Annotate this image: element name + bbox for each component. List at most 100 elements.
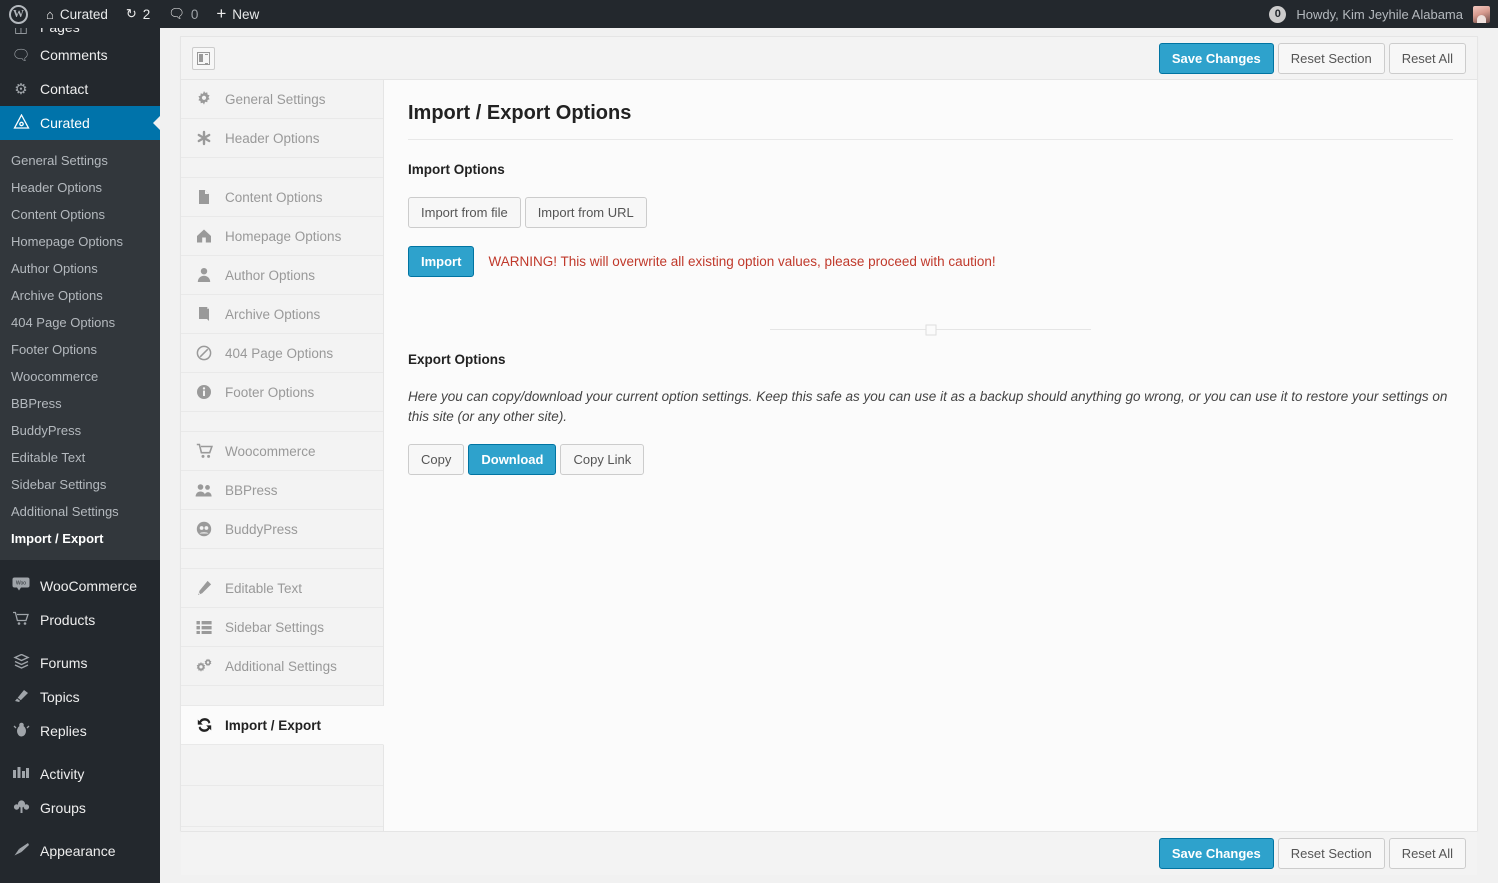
- opt-nav-label: General Settings: [225, 91, 326, 107]
- menu-separator: [0, 748, 160, 757]
- sidebar-item-label: Comments: [40, 47, 108, 63]
- new-content-menu[interactable]: + New: [207, 0, 268, 28]
- opt-nav-tail: [181, 786, 383, 827]
- forums-icon: [11, 653, 31, 673]
- admin-content-wrap: Save Changes Reset Section Reset All Gen…: [160, 28, 1498, 883]
- list-icon: [195, 619, 213, 635]
- copy-link-button[interactable]: Copy Link: [560, 444, 645, 476]
- opt-nav-item-author-options[interactable]: Author Options: [181, 256, 383, 295]
- sidebar-item-woocommerce[interactable]: Woo WooCommerce: [0, 569, 160, 603]
- howdy-greeting[interactable]: Howdy, Kim Jeyhile Alabama: [1296, 7, 1463, 22]
- activity-icon: [11, 765, 31, 783]
- submenu-item-buddypress[interactable]: BuddyPress: [0, 417, 160, 444]
- new-label: New: [232, 6, 260, 22]
- opt-nav-item-editable-text[interactable]: Editable Text: [181, 569, 383, 608]
- site-name-menu[interactable]: ⌂ Curated: [37, 0, 117, 28]
- opt-nav-item-footer-options[interactable]: Footer Options: [181, 373, 383, 412]
- gears-icon: [195, 658, 213, 674]
- topics-icon: [11, 688, 31, 707]
- submenu-item-footer-options[interactable]: Footer Options: [0, 336, 160, 363]
- opt-nav-label: BBPress: [225, 482, 278, 498]
- copy-button[interactable]: Copy: [408, 444, 465, 476]
- sidebar-item-label: WooCommerce: [40, 578, 137, 594]
- submenu-item-content-options[interactable]: Content Options: [0, 201, 160, 228]
- curated-submenu: General Settings Header Options Content …: [0, 140, 160, 560]
- submenu-item-header-options[interactable]: Header Options: [0, 174, 160, 201]
- sidebar-item-replies[interactable]: Replies: [0, 714, 160, 748]
- updates-menu[interactable]: ↻ 2: [117, 0, 159, 28]
- sidebar-item-forums[interactable]: Forums: [0, 646, 160, 680]
- opt-nav-label: Import / Export: [225, 717, 322, 733]
- opt-nav-item-content-options[interactable]: Content Options: [181, 178, 383, 217]
- opt-nav-item-additional-settings[interactable]: Additional Settings: [181, 647, 383, 686]
- opt-nav-item-bbpress[interactable]: BBPress: [181, 471, 383, 510]
- reset-all-button[interactable]: Reset All: [1388, 42, 1466, 74]
- import-from-url-button[interactable]: Import from URL: [524, 197, 647, 228]
- import-button[interactable]: Import: [408, 246, 475, 277]
- opt-nav-divider: [181, 412, 383, 432]
- save-changes-button[interactable]: Save Changes: [1158, 42, 1274, 74]
- submenu-item-archive-options[interactable]: Archive Options: [0, 282, 160, 309]
- submenu-item-author-options[interactable]: Author Options: [0, 255, 160, 282]
- download-button[interactable]: Download: [468, 444, 557, 476]
- expand-panel-icon[interactable]: [192, 46, 215, 70]
- opt-nav-item-woocommerce[interactable]: Woocommerce: [181, 432, 383, 471]
- sidebar-item-appearance[interactable]: Appearance: [0, 834, 160, 868]
- curated-icon: [11, 113, 31, 133]
- opt-nav-label: BuddyPress: [225, 521, 298, 537]
- export-section: Export Options Here you can copy/downloa…: [408, 352, 1453, 476]
- sidebar-item-contact[interactable]: ⚙ Contact: [0, 72, 160, 106]
- options-nav: General Settings Header Options Content …: [181, 80, 384, 831]
- reset-section-button-footer[interactable]: Reset Section: [1277, 838, 1385, 869]
- submenu-item-import-export[interactable]: Import / Export: [0, 525, 160, 552]
- menu-separator: [0, 560, 160, 569]
- save-changes-button-footer[interactable]: Save Changes: [1158, 838, 1274, 869]
- sidebar-item-curated[interactable]: Curated: [0, 106, 160, 140]
- opt-nav-item-404-page-options[interactable]: 404 Page Options: [181, 334, 383, 373]
- sidebar-item-pages[interactable]: ◫ Pages: [0, 28, 160, 38]
- opt-nav-item-buddypress[interactable]: BuddyPress: [181, 510, 383, 549]
- avatar[interactable]: [1473, 5, 1490, 23]
- submenu-item-bbpress[interactable]: BBPress: [0, 390, 160, 417]
- opt-nav-item-archive-options[interactable]: Archive Options: [181, 295, 383, 334]
- opt-nav-item-homepage-options[interactable]: Homepage Options: [181, 217, 383, 256]
- buddypress-icon: [195, 521, 213, 537]
- submenu-item-woocommerce[interactable]: Woocommerce: [0, 363, 160, 390]
- opt-nav-label: Sidebar Settings: [225, 619, 325, 635]
- sidebar-item-products[interactable]: Products: [0, 603, 160, 637]
- opt-nav-item-sidebar-settings[interactable]: Sidebar Settings: [181, 608, 383, 647]
- appearance-brush-icon: [11, 842, 31, 861]
- submenu-item-additional-settings[interactable]: Additional Settings: [0, 498, 160, 525]
- comments-menu[interactable]: 🗨 0: [159, 0, 207, 28]
- sidebar-item-groups[interactable]: Groups: [0, 791, 160, 825]
- comment-bubble-icon: 🗨: [168, 6, 185, 21]
- panel-header-toolbar: Save Changes Reset Section Reset All: [181, 37, 1477, 80]
- home-icon: ⌂: [46, 6, 54, 22]
- title-divider: [408, 139, 1453, 140]
- sidebar-item-label: Groups: [40, 800, 86, 816]
- admin-bar-right: 0 Howdy, Kim Jeyhile Alabama: [1269, 5, 1498, 23]
- wp-admin-sidebar: ◫ Pages 🗨 Comments ⚙ Contact Curated Gen…: [0, 28, 160, 883]
- sidebar-item-activity[interactable]: Activity: [0, 757, 160, 791]
- submenu-item-404-page-options[interactable]: 404 Page Options: [0, 309, 160, 336]
- person-icon: [195, 267, 213, 283]
- opt-nav-label: Homepage Options: [225, 228, 342, 244]
- submenu-item-sidebar-settings[interactable]: Sidebar Settings: [0, 471, 160, 498]
- opt-nav-item-general-settings[interactable]: General Settings: [181, 80, 383, 119]
- sidebar-item-comments[interactable]: 🗨 Comments: [0, 38, 160, 72]
- reset-all-button-footer[interactable]: Reset All: [1388, 838, 1466, 869]
- submenu-item-general-settings[interactable]: General Settings: [0, 147, 160, 174]
- sidebar-item-topics[interactable]: Topics: [0, 680, 160, 714]
- reset-section-button[interactable]: Reset Section: [1277, 42, 1385, 74]
- svg-text:Woo: Woo: [16, 581, 26, 587]
- export-section-title: Export Options: [408, 352, 506, 367]
- submenu-item-homepage-options[interactable]: Homepage Options: [0, 228, 160, 255]
- opt-nav-item-header-options[interactable]: Header Options: [181, 119, 383, 158]
- opt-nav-item-import-export[interactable]: Import / Export: [181, 706, 384, 745]
- notification-count-badge[interactable]: 0: [1269, 5, 1287, 23]
- options-content: Import / Export Options Import Options I…: [384, 80, 1477, 831]
- submenu-item-editable-text[interactable]: Editable Text: [0, 444, 160, 471]
- import-from-file-button[interactable]: Import from file: [408, 197, 521, 228]
- wp-logo-menu[interactable]: [0, 0, 37, 28]
- pencil-icon: [195, 580, 213, 596]
